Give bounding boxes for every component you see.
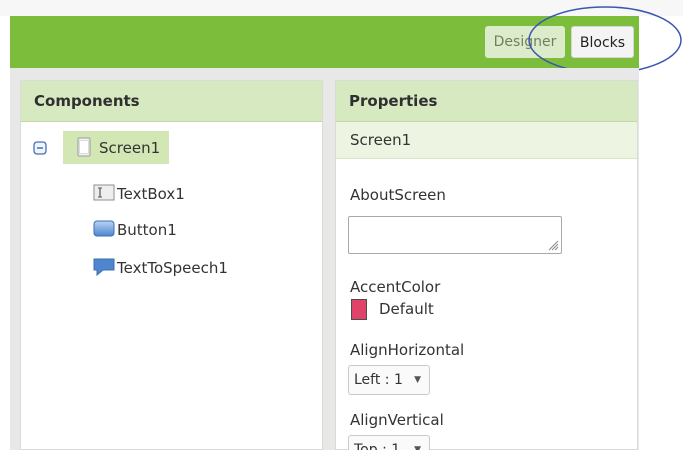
components-header: Components	[21, 81, 322, 122]
top-shade	[0, 0, 683, 16]
screen-icon	[77, 137, 91, 157]
align-vertical-value: Top : 1	[354, 442, 401, 450]
accent-color-value[interactable]: Default	[379, 300, 434, 318]
properties-header: Properties	[336, 81, 637, 122]
dropdown-caret-icon: ▼	[414, 445, 421, 450]
designer-button[interactable]: Designer	[485, 26, 565, 58]
properties-panel: Properties Screen1 AboutScreen AccentCol…	[335, 80, 638, 450]
screen1-node[interactable]: Screen1	[63, 131, 169, 164]
workspace: Components Screen1 TextBox1 Button1 Text…	[10, 68, 639, 450]
button-icon	[93, 220, 115, 237]
selected-component-name: Screen1	[336, 122, 637, 159]
button1-label: Button1	[117, 221, 177, 239]
dropdown-caret-icon: ▼	[414, 375, 421, 385]
textbox1-label: TextBox1	[117, 185, 185, 203]
collapse-icon[interactable]	[33, 141, 47, 155]
textbox-icon	[93, 184, 115, 201]
align-vertical-dropdown[interactable]: Top : 1 ▼	[348, 435, 430, 450]
about-screen-label: AboutScreen	[350, 186, 446, 204]
accent-color-swatch[interactable]	[351, 299, 367, 320]
resize-grip-icon[interactable]	[547, 239, 559, 251]
blocks-button[interactable]: Blocks	[571, 26, 634, 58]
text-to-speech-icon	[93, 258, 115, 277]
align-vertical-label: AlignVertical	[350, 411, 444, 429]
app-inventor-designer: Designer Blocks Components Screen1 TextB…	[0, 0, 683, 450]
accent-color-label: AccentColor	[350, 278, 441, 296]
align-horizontal-dropdown[interactable]: Left : 1 ▼	[348, 365, 430, 395]
align-horizontal-label: AlignHorizontal	[350, 341, 465, 359]
about-screen-textarea[interactable]	[348, 216, 562, 254]
components-panel: Components Screen1 TextBox1 Button1 Text…	[20, 80, 323, 450]
screen1-label: Screen1	[99, 139, 161, 157]
designer-toolbar: Designer Blocks	[10, 16, 639, 68]
align-horizontal-value: Left : 1	[354, 372, 403, 388]
texttospeech1-label: TextToSpeech1	[117, 259, 228, 277]
